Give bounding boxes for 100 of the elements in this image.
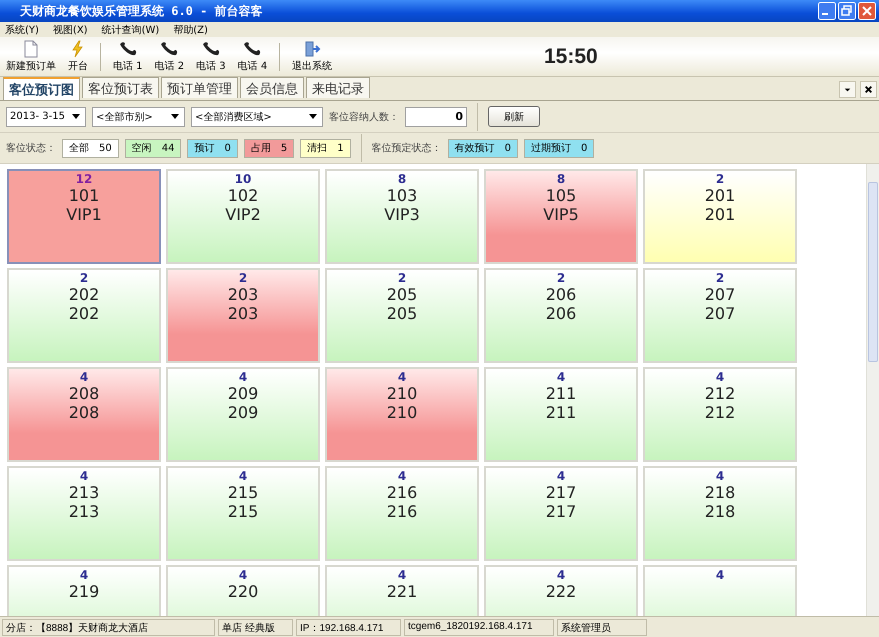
exit-door-icon xyxy=(303,40,322,58)
room-name: 212 xyxy=(704,403,736,422)
room-tile[interactable]: 2 205 205 xyxy=(325,268,479,363)
dropdown-arrow-icon xyxy=(309,114,317,119)
room-number: 103 xyxy=(386,186,418,205)
room-number: 219 xyxy=(68,582,100,601)
dropdown-icon[interactable] xyxy=(839,81,856,98)
room-name: 201 xyxy=(704,205,736,224)
room-tile[interactable]: 2 203 203 xyxy=(166,268,320,363)
room-name: 211 xyxy=(546,403,576,422)
tab[interactable]: 客位预订图 xyxy=(3,77,80,100)
room-tile[interactable]: 4 221 xyxy=(325,565,479,616)
menu-item[interactable]: 帮助(Z) xyxy=(173,22,208,36)
room-number: 218 xyxy=(704,483,736,502)
capacity-field[interactable]: 0 xyxy=(405,106,467,126)
minimize-icon[interactable] xyxy=(818,2,836,20)
room-tile[interactable]: 4 222 xyxy=(484,565,638,616)
room-number: 206 xyxy=(546,285,576,304)
room-tile[interactable]: 2 206 206 xyxy=(484,268,638,363)
status-filter-chip[interactable]: 预订 0 xyxy=(187,138,238,158)
room-number: 211 xyxy=(546,384,576,403)
capacity-label: 客位容纳人数： xyxy=(329,110,399,124)
tab[interactable]: 客位预订表 xyxy=(82,77,159,98)
room-tile[interactable]: 4 216 216 xyxy=(325,466,479,561)
room-tile[interactable]: 8 105 VIP5 xyxy=(484,169,638,264)
capacity-number: 4 xyxy=(238,370,248,384)
room-tile[interactable]: 2 202 202 xyxy=(7,268,161,363)
room-tile[interactable]: 4 211 211 xyxy=(484,367,638,462)
room-number: 220 xyxy=(228,582,258,601)
room-tile[interactable]: 12 101 VIP1 xyxy=(7,169,161,264)
tab[interactable]: 来电记录 xyxy=(306,77,370,98)
capacity-number: 12 xyxy=(76,172,92,186)
capacity-number: 4 xyxy=(80,370,88,384)
room-tile[interactable]: 4 212 212 xyxy=(643,367,797,462)
capacity-number: 10 xyxy=(234,172,252,186)
close-icon[interactable] xyxy=(860,81,877,98)
room-tile[interactable]: 4 209 209 xyxy=(166,367,320,462)
room-number: 221 xyxy=(386,582,418,601)
room-name: 217 xyxy=(546,502,576,521)
capacity-number: 4 xyxy=(716,568,724,582)
room-tile[interactable]: 4 xyxy=(643,565,797,616)
dropdown-arrow-icon xyxy=(171,114,179,119)
window-title: 天财商龙餐饮娱乐管理系统 6.0 - 前台容客 xyxy=(20,2,263,20)
toolbar-button[interactable]: 电话 2 xyxy=(148,39,190,74)
status-bar-text: tcgem6_1820192.168.4.171 xyxy=(404,619,554,636)
phone-handset-icon xyxy=(202,40,220,58)
room-number: 215 xyxy=(228,483,258,502)
status-filter-chip[interactable]: 清扫 1 xyxy=(300,138,351,158)
room-tile[interactable]: 4 220 xyxy=(166,565,320,616)
toolbar-button[interactable]: 新建预订单 xyxy=(0,39,62,74)
room-name: VIP5 xyxy=(543,205,579,224)
status-bar-text: 系统管理员 xyxy=(557,619,647,636)
dropdown[interactable]: 2013- 3-15 xyxy=(6,106,86,126)
room-name: 207 xyxy=(704,304,736,323)
toolbar-button[interactable]: 电话 4 xyxy=(232,39,274,74)
room-tile[interactable]: 4 213 213 xyxy=(7,466,161,561)
toolbar-button[interactable]: 开台 xyxy=(62,39,94,74)
scrollbar[interactable] xyxy=(866,164,879,616)
room-tile[interactable]: 4 217 217 xyxy=(484,466,638,561)
tab[interactable]: 预订单管理 xyxy=(161,77,238,98)
phone-handset-icon xyxy=(118,40,137,58)
tab[interactable]: 会员信息 xyxy=(240,77,304,98)
status-filter-chip[interactable]: 全部 50 xyxy=(62,138,119,158)
dropdown[interactable]: <全部消费区域> xyxy=(191,106,323,126)
toolbar-button[interactable]: 电话 1 xyxy=(107,39,149,74)
dropdown-arrow-icon xyxy=(72,114,80,119)
restore-icon[interactable] xyxy=(838,2,856,20)
menu-item[interactable]: 系统(Y) xyxy=(5,22,39,36)
room-tile[interactable]: 10 102 VIP2 xyxy=(166,169,320,264)
room-tile[interactable]: 4 218 218 xyxy=(643,466,797,561)
status-filter-chip[interactable]: 空闲 44 xyxy=(124,138,182,158)
room-tile[interactable]: 8 103 VIP3 xyxy=(325,169,479,264)
clock-time: 15:50 xyxy=(544,44,598,68)
capacity-number: 4 xyxy=(556,370,566,384)
capacity-number: 8 xyxy=(556,172,566,186)
toolbar-button[interactable]: 退出系统 xyxy=(286,39,338,74)
status-filter-chip[interactable]: 过期预订 0 xyxy=(524,138,594,158)
capacity-number: 4 xyxy=(556,568,566,582)
room-tile[interactable]: 2 201 201 xyxy=(643,169,797,264)
status-filter-chip[interactable]: 占用 5 xyxy=(244,138,294,158)
toolbar-button[interactable]: 电话 3 xyxy=(190,39,232,74)
menu-item[interactable]: 统计查询(W) xyxy=(102,22,160,36)
status-filter-chip[interactable]: 有效预订 0 xyxy=(448,138,518,158)
menu-item[interactable]: 视图(X) xyxy=(52,22,88,36)
room-tile[interactable]: 4 210 210 xyxy=(325,367,479,462)
capacity-number: 4 xyxy=(80,568,88,582)
document-icon xyxy=(22,40,40,58)
phone-handset-icon xyxy=(243,40,262,58)
dropdown[interactable]: <全部市别> xyxy=(92,106,185,126)
room-number: 102 xyxy=(228,186,258,205)
capacity-number: 2 xyxy=(716,271,724,285)
room-tile[interactable]: 4 208 208 xyxy=(7,367,161,462)
room-name: 216 xyxy=(386,502,418,521)
room-tile[interactable]: 2 207 207 xyxy=(643,268,797,363)
capacity-number: 4 xyxy=(716,469,724,483)
room-tile[interactable]: 4 215 215 xyxy=(166,466,320,561)
room-tile[interactable]: 4 219 xyxy=(7,565,161,616)
room-number: 208 xyxy=(68,384,100,403)
refresh-button[interactable]: 刷新 xyxy=(488,106,540,127)
capacity-number: 4 xyxy=(80,469,88,483)
